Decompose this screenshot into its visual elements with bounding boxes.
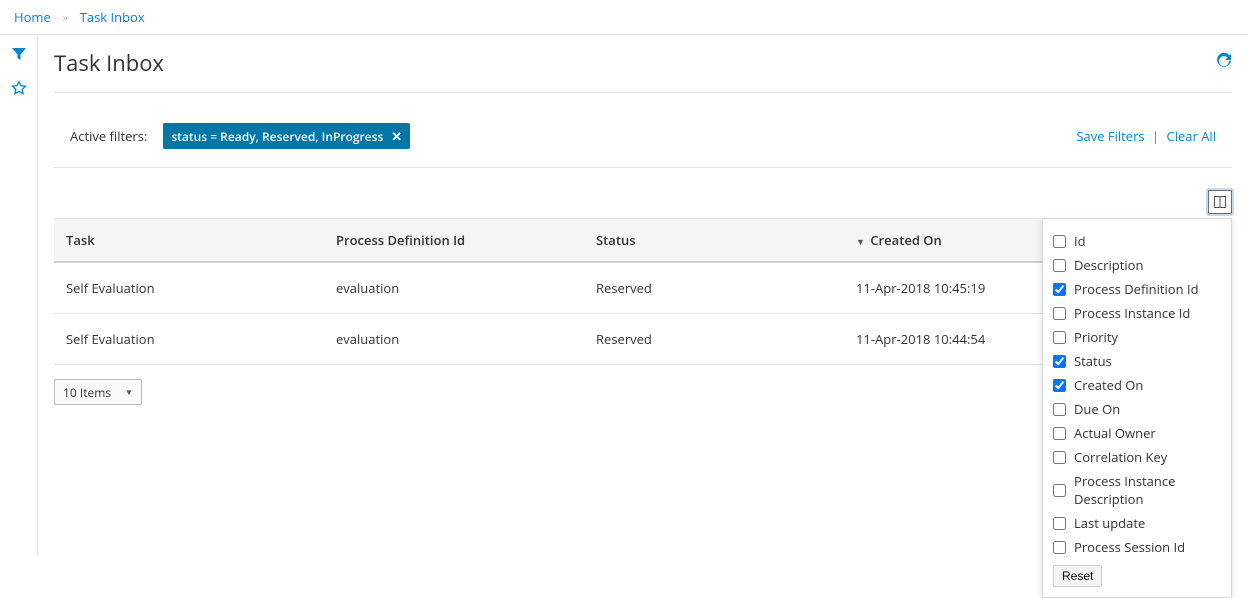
col-task[interactable]: Task <box>54 219 324 263</box>
filters-actions: Save Filters | Clear All <box>1076 127 1216 145</box>
filter-chip-remove-icon[interactable]: ✕ <box>391 127 402 145</box>
filter-chip-text: status = Ready, Reserved, InProgress <box>171 128 383 145</box>
cell-task: Self Evaluation <box>54 262 324 314</box>
page-title: Task Inbox <box>54 48 164 78</box>
page-size-select[interactable]: 10 Items ▼ <box>54 379 142 405</box>
column-option[interactable]: Priority <box>1053 325 1221 349</box>
column-option[interactable]: Created On <box>1053 373 1221 397</box>
column-option[interactable]: Process Session Id <box>1053 535 1221 559</box>
save-filters-link[interactable]: Save Filters <box>1076 127 1144 145</box>
column-picker-button[interactable] <box>1208 190 1232 214</box>
column-option-checkbox[interactable] <box>1053 517 1066 530</box>
column-option-label: Process Instance Id <box>1074 304 1190 322</box>
column-option[interactable]: Last update <box>1053 511 1221 535</box>
active-filters-label: Active filters: <box>70 127 147 145</box>
column-option-checkbox[interactable] <box>1053 307 1066 320</box>
filter-icon[interactable] <box>11 46 27 66</box>
column-option-label: Process Session Id <box>1074 538 1185 556</box>
col-process-definition-id[interactable]: Process Definition Id <box>324 219 584 263</box>
column-option-checkbox[interactable] <box>1053 451 1066 464</box>
breadcrumb-current[interactable]: Task Inbox <box>80 8 145 26</box>
column-option[interactable]: Due On <box>1053 397 1221 421</box>
star-icon[interactable] <box>11 80 27 100</box>
cell-task: Self Evaluation <box>54 314 324 365</box>
reset-columns-button[interactable]: Reset <box>1053 565 1102 587</box>
column-option-label: Priority <box>1074 328 1118 346</box>
column-option-label: Due On <box>1074 400 1120 418</box>
cell-status: Reserved <box>584 314 844 365</box>
filters-separator: | <box>1152 127 1159 145</box>
title-row: Task Inbox <box>54 48 1232 93</box>
breadcrumb: Home » Task Inbox <box>0 0 1248 35</box>
column-option-label: Status <box>1074 352 1112 370</box>
column-option-checkbox[interactable] <box>1053 355 1066 368</box>
column-option-checkbox[interactable] <box>1053 403 1066 416</box>
breadcrumb-separator-icon: » <box>63 10 68 24</box>
column-option[interactable]: Process Instance Description <box>1053 469 1221 511</box>
column-picker-dropdown: Id Description Process Definition Id Proces… <box>1042 218 1232 598</box>
column-option-label: Description <box>1074 256 1143 274</box>
column-option-checkbox[interactable] <box>1053 379 1066 392</box>
column-option-checkbox[interactable] <box>1053 283 1066 296</box>
chevron-down-icon: ▼ <box>125 387 133 398</box>
column-option[interactable]: Process Instance Id <box>1053 301 1221 325</box>
active-filters-row: Active filters: status = Ready, Reserved… <box>54 105 1232 168</box>
column-option-label: Created On <box>1074 376 1143 394</box>
cell-pdid: evaluation <box>324 262 584 314</box>
cell-status: Reserved <box>584 262 844 314</box>
cell-pdid: evaluation <box>324 314 584 365</box>
column-option-label: Actual Owner <box>1074 424 1156 442</box>
column-option-checkbox[interactable] <box>1053 484 1066 497</box>
column-option-label: Last update <box>1074 514 1145 532</box>
column-option-checkbox[interactable] <box>1053 259 1066 272</box>
filter-chip-status: status = Ready, Reserved, InProgress ✕ <box>163 123 410 149</box>
column-option-label: Process Instance Description <box>1074 472 1221 508</box>
column-option-label: Id <box>1074 232 1086 250</box>
col-status[interactable]: Status <box>584 219 844 263</box>
column-option[interactable]: Status <box>1053 349 1221 373</box>
column-option[interactable]: Correlation Key <box>1053 445 1221 469</box>
refresh-icon[interactable] <box>1216 53 1232 73</box>
column-option-label: Correlation Key <box>1074 448 1167 466</box>
column-option[interactable]: Description <box>1053 253 1221 277</box>
column-option-checkbox[interactable] <box>1053 541 1066 554</box>
column-option-label: Process Definition Id <box>1074 280 1199 298</box>
column-option[interactable]: Id <box>1053 229 1221 253</box>
column-option-checkbox[interactable] <box>1053 235 1066 248</box>
main-content: Task Inbox Active filters: status = Read… <box>38 36 1248 405</box>
clear-all-link[interactable]: Clear All <box>1167 127 1216 145</box>
page-size-label: 10 Items <box>63 384 111 401</box>
column-picker-row: IdDescriptionProcess Definition IdProces… <box>54 190 1232 214</box>
breadcrumb-home[interactable]: Home <box>14 8 51 26</box>
columns-icon <box>1214 196 1226 208</box>
column-option[interactable]: Actual Owner <box>1053 421 1221 445</box>
left-rail <box>0 36 38 556</box>
sort-desc-icon: ▼ <box>856 235 865 248</box>
column-option[interactable]: Process Definition Id <box>1053 277 1221 301</box>
col-created-on-label: Created On <box>870 231 941 249</box>
column-option-checkbox[interactable] <box>1053 331 1066 344</box>
column-option-checkbox[interactable] <box>1053 427 1066 440</box>
